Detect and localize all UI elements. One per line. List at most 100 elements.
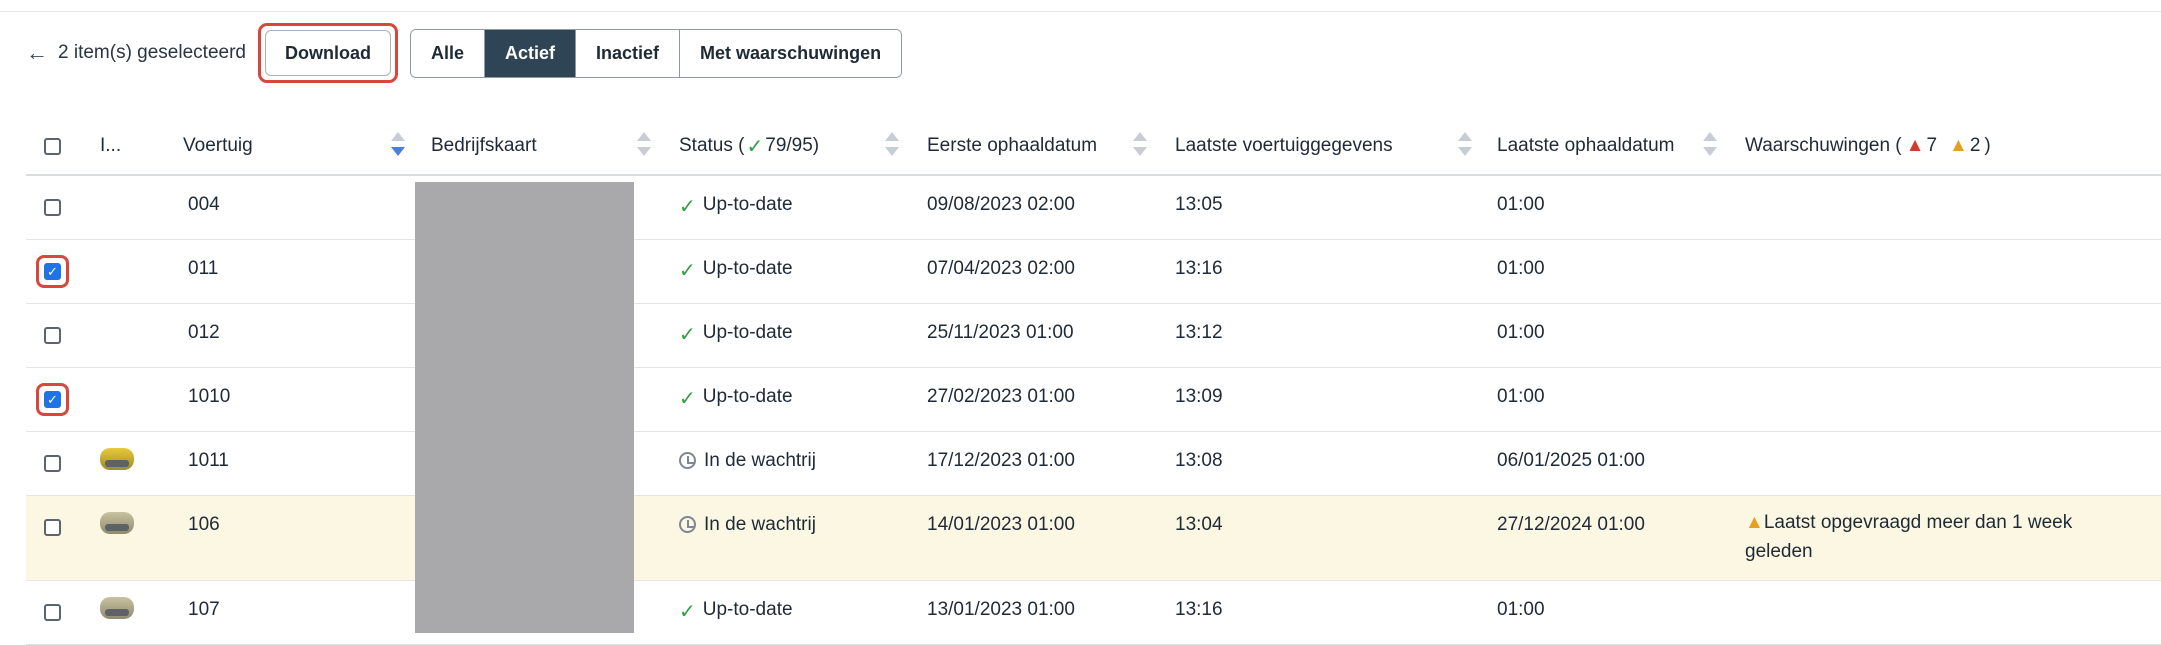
last-date-cell: 06/01/2025 01:00 <box>1497 450 1645 471</box>
first-date-cell: 13/01/2023 01:00 <box>927 599 1075 620</box>
filter-all[interactable]: Alle <box>410 29 485 77</box>
vehicle-image-cell <box>100 581 134 619</box>
warn-yellow-count: 2 <box>1969 135 1981 156</box>
row-checkbox[interactable]: ✓ <box>44 391 61 408</box>
arrow-left-icon[interactable]: ← <box>26 40 48 66</box>
sort-first-date-icon[interactable] <box>1133 132 1147 160</box>
table-row[interactable]: 012 ✓ Up-to-date 25/11/2023 01:00 13:12 0… <box>26 304 2161 368</box>
vehicle-thumbnail[interactable] <box>100 597 134 619</box>
status-header-count: 79/95) <box>765 135 820 156</box>
status-text: In de wachtrij <box>704 450 816 471</box>
vehicle-cell[interactable]: 106 <box>188 496 220 536</box>
row-checkbox[interactable]: ✓ <box>44 263 61 280</box>
vehicle-thumbnail[interactable] <box>100 512 134 534</box>
select-all-cell <box>44 118 61 174</box>
clock-icon <box>679 452 696 469</box>
row-checkbox[interactable] <box>44 519 61 536</box>
warning-cell: ▲Laatst opgevraagd meer dan 1 week geled… <box>1745 496 2125 566</box>
last-vehicle-data-cell: 13:16 <box>1175 599 1223 620</box>
status-text: In de wachtrij <box>704 514 816 535</box>
row-checkbox-cell <box>44 432 61 472</box>
col-vehicle[interactable]: Voertuig <box>183 118 253 174</box>
sort-card-icon[interactable] <box>637 132 651 160</box>
sort-vehicle-icon[interactable] <box>391 132 405 160</box>
last-date-cell: 01:00 <box>1497 194 1545 215</box>
col-warnings[interactable]: Waarschuwingen ( ▲ 7 ▲ 2 ) <box>1745 118 1991 174</box>
sort-status-icon[interactable] <box>885 132 899 160</box>
col-last-vehicle-data[interactable]: Laatste voertuiggegevens <box>1175 118 1393 174</box>
alert-yellow-icon: ▲ <box>1949 135 1968 156</box>
row-checkbox[interactable] <box>44 455 61 472</box>
status-filter: Alle Actief Inactief Met waarschuwingen <box>409 28 903 78</box>
table-row[interactable]: ✓ 011 ✓ Up-to-date 07/04/2023 02:00 13:16… <box>26 240 2161 304</box>
status-text: Up-to-date <box>702 322 793 343</box>
vehicle-cell[interactable]: 011 <box>188 240 218 280</box>
last-date-cell: 27/12/2024 01:00 <box>1497 514 1645 535</box>
download-highlight: Download <box>257 23 398 83</box>
status-cell: ✓ Up-to-date <box>679 368 793 411</box>
row-checkbox[interactable] <box>44 327 61 344</box>
filter-warnings[interactable]: Met waarschuwingen <box>680 29 902 77</box>
filter-inactive[interactable]: Inactief <box>576 29 681 77</box>
vehicle-cell[interactable]: 012 <box>188 304 220 344</box>
last-date-cell: 01:00 <box>1497 322 1545 343</box>
table-row[interactable]: 106 In de wachtrij 14/01/2023 01:00 13:0… <box>26 496 2161 581</box>
status-cell: ✓ Up-to-date <box>679 176 793 219</box>
checkbox-highlight: ✓ <box>36 383 69 416</box>
check-icon: ✓ <box>679 260 696 282</box>
warning-text: Laatst opgevraagd meer dan 1 week gelede… <box>1745 512 2073 562</box>
vehicle-thumbnail[interactable] <box>100 448 134 470</box>
table-row[interactable]: ✓ 1010 ✓ Up-to-date 27/02/2023 01:00 13:0… <box>26 368 2161 432</box>
warnings-header-close: ) <box>1984 135 1991 156</box>
status-text: Up-to-date <box>702 258 793 279</box>
vehicle-cell[interactable]: 004 <box>188 176 220 216</box>
table-row[interactable]: 004 ✓ Up-to-date 09/08/2023 02:00 13:05 0… <box>26 176 2161 240</box>
col-company-card[interactable]: Bedrijfskaart <box>431 118 537 174</box>
table-row[interactable]: 1011 In de wachtrij 17/12/2023 01:00 13:… <box>26 432 2161 496</box>
check-icon: ✓ <box>679 196 696 218</box>
row-checkbox-cell: ✓ <box>36 240 69 288</box>
row-checkbox[interactable] <box>44 199 61 216</box>
last-vehicle-data-cell: 13:08 <box>1175 450 1223 471</box>
first-date-cell: 17/12/2023 01:00 <box>927 450 1075 471</box>
sort-last-vehicle-data-icon[interactable] <box>1458 132 1472 160</box>
vehicle-cell[interactable]: 1010 <box>188 368 230 408</box>
col-last-date[interactable]: Laatste ophaaldatum <box>1497 118 1674 174</box>
check-icon: ✓ <box>679 601 696 623</box>
first-date-cell: 09/08/2023 02:00 <box>927 194 1075 215</box>
col-first-date[interactable]: Eerste ophaaldatum <box>927 118 1097 174</box>
table-row[interactable]: 107 ✓ Up-to-date 13/01/2023 01:00 13:16 0… <box>26 581 2161 645</box>
status-cell: ✓ Up-to-date <box>679 240 793 283</box>
last-vehicle-data-cell: 13:04 <box>1175 514 1223 535</box>
row-checkbox[interactable] <box>44 604 61 621</box>
back-to-selection[interactable]: ← 2 item(s) geselecteerd <box>26 40 246 66</box>
status-cell: ✓ Up-to-date <box>679 581 793 624</box>
row-checkbox-cell <box>44 581 61 621</box>
col-image[interactable]: I... <box>100 118 121 174</box>
selection-toolbar: ← 2 item(s) geselecteerd Download Alle A… <box>26 23 903 83</box>
status-text: Up-to-date <box>702 599 793 620</box>
first-date-cell: 25/11/2023 01:00 <box>927 322 1074 343</box>
alert-yellow-icon: ▲ <box>1745 512 1764 533</box>
status-text: Up-to-date <box>702 386 793 407</box>
row-checkbox-cell <box>44 176 61 216</box>
col-status[interactable]: Status ( ✓ 79/95) <box>679 118 819 174</box>
alert-red-icon: ▲ <box>1905 135 1925 156</box>
status-header-label: Status ( <box>679 135 745 156</box>
filter-active[interactable]: Actief <box>484 29 576 77</box>
status-cell: In de wachtrij <box>679 496 816 536</box>
download-button[interactable]: Download <box>264 30 391 76</box>
vehicle-cell[interactable]: 107 <box>188 581 220 621</box>
vehicle-table: I... Voertuig Bedrijfskaart Status ( ✓ 7… <box>26 118 2161 645</box>
warnings-header-label: Waarschuwingen ( <box>1745 135 1902 156</box>
status-cell: In de wachtrij <box>679 432 816 472</box>
sort-last-date-icon[interactable] <box>1703 132 1717 160</box>
vehicle-cell[interactable]: 1011 <box>188 432 229 472</box>
row-checkbox-cell: ✓ <box>36 368 69 416</box>
last-vehicle-data-cell: 13:16 <box>1175 258 1223 279</box>
check-icon: ✓ <box>679 388 696 410</box>
checkbox-highlight: ✓ <box>36 255 69 288</box>
select-all-checkbox[interactable] <box>44 137 61 155</box>
last-date-cell: 01:00 <box>1497 599 1545 620</box>
first-date-cell: 07/04/2023 02:00 <box>927 258 1075 279</box>
